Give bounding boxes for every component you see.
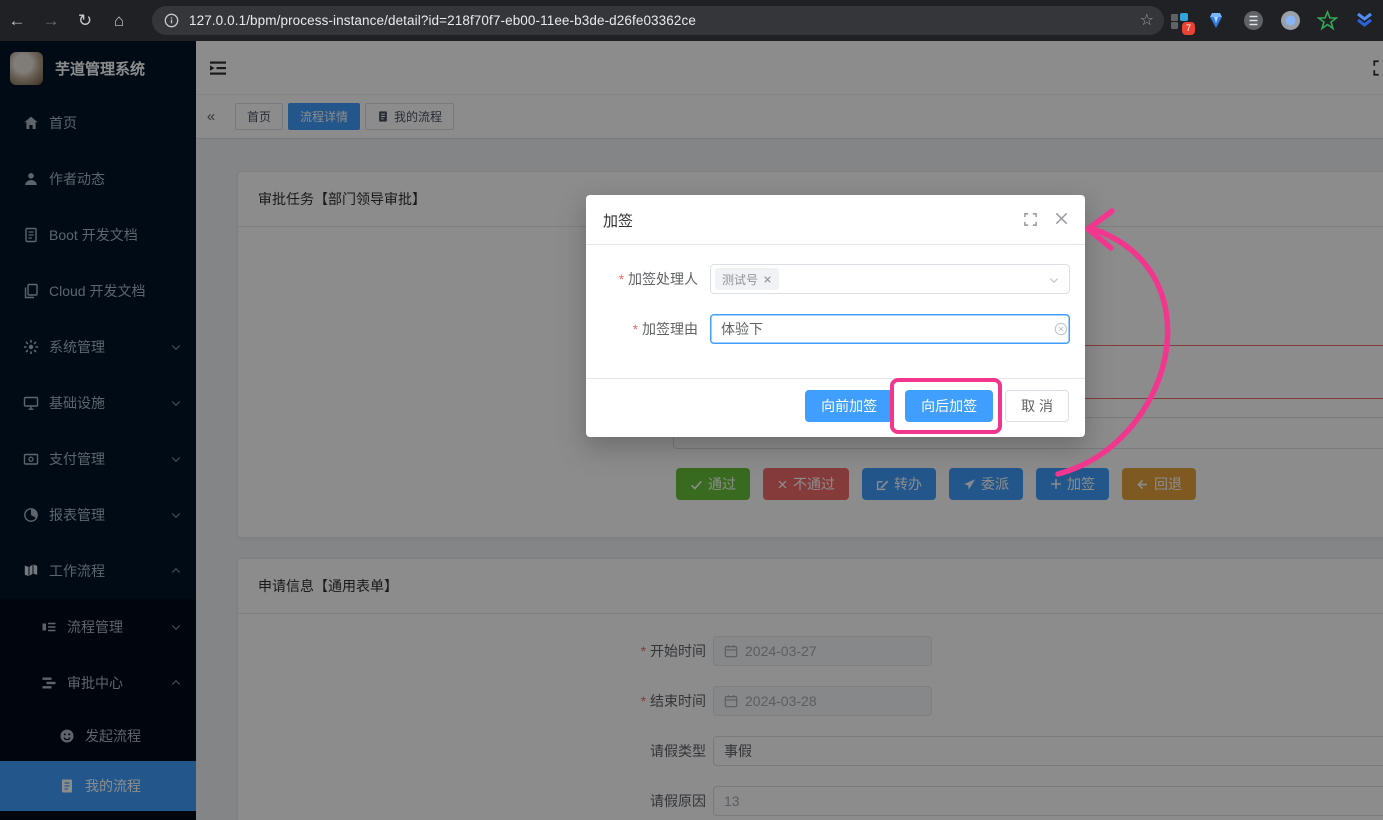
browser-chrome: ← → ↻ ⌂ 127.0.0.1/bpm/process-instance/d… xyxy=(0,0,1383,41)
handler-tag: 测试号 xyxy=(715,268,779,290)
extension-circle-icon[interactable] xyxy=(1242,10,1264,32)
handler-select[interactable]: 测试号 xyxy=(710,264,1070,294)
extension-badge: 7 xyxy=(1182,22,1195,35)
reason-row: 加签理由 xyxy=(586,314,1085,344)
extension-star-icon[interactable] xyxy=(1316,10,1338,32)
dialog-close-icon[interactable] xyxy=(1054,211,1069,226)
site-info-icon[interactable] xyxy=(164,13,179,28)
reason-input[interactable] xyxy=(710,314,1070,344)
clear-input-icon[interactable] xyxy=(1054,322,1068,336)
browser-forward-button[interactable]: → xyxy=(34,11,68,31)
bookmark-star-icon[interactable]: ☆ xyxy=(1140,10,1154,30)
browser-home-button[interactable]: ⌂ xyxy=(102,11,136,31)
add-sign-dialog: 加签 加签处理人 测试号 加签理由 向前加签 向后加签 取 消 xyxy=(586,195,1085,437)
dialog-fullscreen-icon[interactable] xyxy=(1023,212,1038,227)
extension-chevrons-icon[interactable] xyxy=(1353,10,1375,32)
dialog-footer: 向前加签 向后加签 取 消 xyxy=(805,390,1069,422)
extension-dot-icon[interactable] xyxy=(1279,10,1301,32)
tag-close-icon[interactable] xyxy=(763,275,772,284)
handler-row: 加签处理人 测试号 xyxy=(586,264,1085,294)
forward-sign-button[interactable]: 向前加签 xyxy=(805,390,893,422)
cancel-button[interactable]: 取 消 xyxy=(1005,390,1069,422)
handler-label: 加签处理人 xyxy=(586,264,698,294)
extension-grid-icon[interactable]: 7 xyxy=(1168,10,1190,32)
url-text: 127.0.0.1/bpm/process-instance/detail?id… xyxy=(189,13,696,28)
browser-reload-button[interactable]: ↻ xyxy=(68,11,102,31)
dialog-footer-divider xyxy=(586,378,1085,379)
browser-back-button[interactable]: ← xyxy=(0,11,34,31)
extension-gem-icon[interactable] xyxy=(1205,10,1227,32)
address-bar[interactable]: 127.0.0.1/bpm/process-instance/detail?id… xyxy=(152,6,1164,35)
chevron-down-icon xyxy=(1048,274,1060,286)
extensions-row: 7 xyxy=(1168,0,1375,41)
dialog-header: 加签 xyxy=(586,195,1085,245)
backward-sign-button[interactable]: 向后加签 xyxy=(905,390,993,422)
reason-label: 加签理由 xyxy=(586,314,698,344)
dialog-title: 加签 xyxy=(603,210,633,231)
